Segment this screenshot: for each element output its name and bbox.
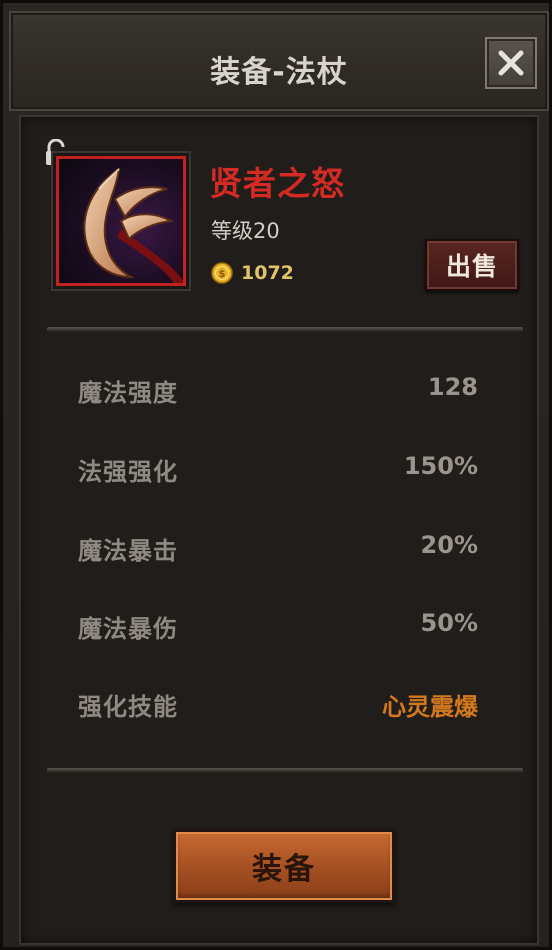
dialog-title: 装备-法杖 (210, 55, 348, 90)
stat-row-magic-power: 魔法强度 128 (78, 373, 478, 409)
equip-button[interactable]: 装备 (173, 829, 395, 903)
divider (47, 768, 523, 773)
close-button[interactable] (485, 37, 537, 89)
stat-value: 150% (403, 452, 478, 480)
stat-label: 魔法强度 (78, 379, 178, 407)
coin-icon: $ (211, 262, 233, 284)
stat-row-magic-enhance: 法强强化 150% (78, 452, 478, 488)
stat-label: 魔法暴伤 (78, 615, 178, 643)
stat-value: 128 (427, 373, 478, 401)
skill-value: 心灵震爆 (382, 693, 478, 721)
stat-value: 20% (420, 531, 478, 559)
stat-row-magic-crit: 魔法暴击 20% (78, 531, 478, 567)
stat-row-enhance-skill: 强化技能 心灵震爆 (78, 687, 478, 723)
item-name: 贤者之怒 (209, 164, 345, 203)
close-icon (498, 50, 524, 76)
stat-label: 法强强化 (78, 458, 178, 486)
stat-value: 50% (420, 609, 478, 637)
item-level: 等级20 (211, 219, 280, 243)
stat-row-magic-crit-damage: 魔法暴伤 50% (78, 609, 478, 645)
item-icon-frame[interactable] (51, 151, 191, 291)
stat-label: 强化技能 (78, 693, 178, 721)
sell-button[interactable]: 出售 (425, 239, 519, 291)
dialog-header: 装备-法杖 (9, 11, 549, 111)
equipment-dialog: 装备-法杖 贤者之怒 等级20 $ 1072 出售 魔法强度 128 法强强化 … (0, 0, 552, 950)
staff-icon (83, 166, 183, 283)
item-slot (56, 156, 186, 286)
svg-text:$: $ (219, 269, 226, 280)
stat-label: 魔法暴击 (78, 537, 178, 565)
item-price: 1072 (241, 262, 294, 284)
divider (47, 327, 523, 332)
